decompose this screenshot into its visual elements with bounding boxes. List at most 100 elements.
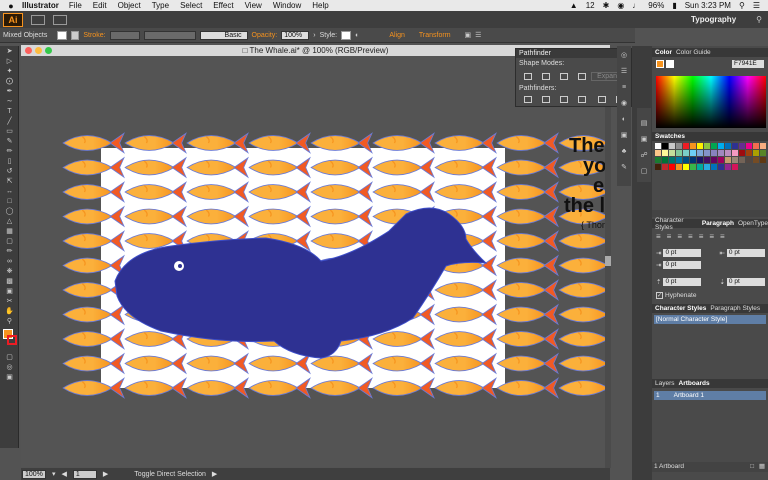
swatch[interactable] bbox=[655, 164, 661, 170]
opacity-arrow-icon[interactable]: › bbox=[313, 32, 315, 39]
type-tool-icon[interactable]: T bbox=[0, 106, 19, 116]
fill-stroke-mini[interactable] bbox=[656, 60, 664, 68]
symbol-sprayer-tool-icon[interactable]: ❋ bbox=[0, 266, 19, 276]
wifi-icon[interactable]: ◉ bbox=[617, 1, 624, 10]
transform-label[interactable]: Transform bbox=[419, 32, 451, 39]
fish[interactable] bbox=[558, 279, 605, 301]
swatch[interactable] bbox=[662, 164, 668, 170]
menu-object[interactable]: Object bbox=[118, 1, 141, 10]
swatch[interactable] bbox=[662, 143, 668, 149]
fish[interactable] bbox=[496, 353, 559, 374]
transparency-icon[interactable]: ◐ bbox=[617, 114, 631, 124]
mesh-tool-icon[interactable]: ▦ bbox=[0, 226, 19, 236]
swatch[interactable] bbox=[655, 157, 661, 163]
vertical-scrollbar[interactable] bbox=[605, 56, 611, 468]
headline-text[interactable]: The yo e the l { Thom bbox=[564, 135, 605, 230]
swatch[interactable] bbox=[704, 157, 710, 163]
layers-icon[interactable]: ☰ bbox=[617, 66, 631, 76]
menu-file[interactable]: File bbox=[69, 1, 82, 10]
swatch[interactable] bbox=[718, 157, 724, 163]
swatch[interactable] bbox=[739, 157, 745, 163]
app-menu[interactable]: Illustrator bbox=[22, 1, 59, 10]
draw-mode-icon[interactable]: ◎ bbox=[0, 362, 19, 372]
swatch[interactable] bbox=[753, 150, 759, 156]
selection-tool-icon[interactable]: ➤ bbox=[0, 46, 19, 56]
align-left-icon[interactable]: ≡ bbox=[656, 232, 661, 241]
fish[interactable] bbox=[496, 304, 559, 325]
swatch[interactable] bbox=[669, 143, 675, 149]
swatch[interactable] bbox=[746, 150, 752, 156]
next-artboard-icon[interactable]: ▶ bbox=[103, 470, 108, 478]
swatch[interactable] bbox=[655, 150, 661, 156]
rectangle-tool-icon[interactable]: ▭ bbox=[0, 126, 19, 136]
menu-type[interactable]: Type bbox=[152, 1, 169, 10]
swatch[interactable] bbox=[732, 150, 738, 156]
text-line-2[interactable]: yo bbox=[583, 155, 605, 177]
hex-field[interactable]: F7941E bbox=[732, 60, 764, 68]
pencil-tool-icon[interactable]: ✏ bbox=[0, 146, 19, 156]
fish[interactable] bbox=[558, 377, 605, 399]
brush-field[interactable]: Basic bbox=[199, 30, 248, 40]
swatch[interactable] bbox=[732, 157, 738, 163]
swatch[interactable] bbox=[718, 164, 724, 170]
artwork[interactable]: The yo e the l { Thom bbox=[21, 56, 605, 467]
line-tool-icon[interactable]: ╱ bbox=[0, 116, 19, 126]
volume-icon[interactable]: ♩ bbox=[632, 1, 640, 10]
divide-icon[interactable] bbox=[524, 96, 532, 103]
swatch[interactable] bbox=[711, 157, 717, 163]
swatch[interactable] bbox=[760, 157, 766, 163]
graphic-styles-icon[interactable]: ▢ bbox=[637, 166, 651, 176]
intersect-icon[interactable] bbox=[560, 73, 568, 80]
swatch[interactable] bbox=[746, 157, 752, 163]
menu-select[interactable]: Select bbox=[180, 1, 202, 10]
opacity-field[interactable]: 100% bbox=[281, 30, 310, 40]
swatch[interactable] bbox=[683, 150, 689, 156]
curvature-tool-icon[interactable]: ∼ bbox=[0, 96, 19, 106]
menu-effect[interactable]: Effect bbox=[213, 1, 233, 10]
swatch[interactable] bbox=[676, 150, 682, 156]
swatch[interactable] bbox=[676, 164, 682, 170]
fill-stroke-widget[interactable] bbox=[0, 326, 18, 352]
opacity-label[interactable]: Opacity: bbox=[252, 32, 278, 39]
fish[interactable] bbox=[496, 255, 559, 276]
swatch[interactable] bbox=[711, 164, 717, 170]
swatch[interactable] bbox=[683, 157, 689, 163]
zoom-tool-icon[interactable]: ⚲ bbox=[0, 316, 19, 326]
search-help-icon[interactable]: ⚲ bbox=[756, 15, 762, 24]
panel-menu-icon[interactable]: ☰ bbox=[475, 31, 481, 39]
color-spectrum[interactable] bbox=[656, 76, 766, 128]
swatch[interactable] bbox=[690, 150, 696, 156]
menu-edit[interactable]: Edit bbox=[93, 1, 107, 10]
swatch[interactable] bbox=[704, 164, 710, 170]
tab-layers[interactable]: Layers bbox=[655, 380, 675, 387]
swatch-grid[interactable] bbox=[655, 143, 767, 170]
fish[interactable] bbox=[558, 230, 605, 252]
stroke-mini[interactable] bbox=[666, 60, 674, 68]
zoom-field[interactable]: 100% bbox=[22, 469, 46, 479]
battery-icon[interactable]: ▮ bbox=[672, 1, 676, 10]
outline-icon[interactable] bbox=[598, 96, 606, 103]
eraser-tool-icon[interactable]: ▯ bbox=[0, 156, 19, 166]
fill-dropdown[interactable] bbox=[71, 30, 80, 40]
swatch[interactable] bbox=[732, 143, 738, 149]
exclude-icon[interactable] bbox=[578, 73, 586, 80]
bridge-icon[interactable] bbox=[31, 14, 45, 25]
links-panel-icon[interactable]: ☍ bbox=[637, 150, 651, 160]
swatch[interactable] bbox=[725, 164, 731, 170]
fish[interactable] bbox=[496, 279, 559, 301]
shape-builder-tool-icon[interactable]: ◯ bbox=[0, 206, 19, 216]
swatch[interactable] bbox=[760, 143, 766, 149]
style-swatch[interactable] bbox=[341, 30, 352, 40]
artboard-nav-field[interactable]: 1 bbox=[72, 469, 97, 479]
align-panel-icon[interactable]: ▤ bbox=[637, 118, 651, 128]
text-line-4[interactable]: the l bbox=[564, 195, 605, 217]
left-indent-field[interactable]: 0 pt bbox=[663, 249, 702, 257]
swatch[interactable] bbox=[711, 143, 717, 149]
clock[interactable]: Sun 3:23 PM bbox=[685, 1, 731, 10]
paintbrush-tool-icon[interactable]: ✎ bbox=[0, 136, 19, 146]
swatch[interactable] bbox=[662, 157, 668, 163]
swatch[interactable] bbox=[711, 150, 717, 156]
swatch[interactable] bbox=[704, 150, 710, 156]
eyedropper-tool-icon[interactable]: ✏ bbox=[0, 246, 19, 256]
zoom-dropdown-icon[interactable]: ▾ bbox=[52, 470, 56, 478]
